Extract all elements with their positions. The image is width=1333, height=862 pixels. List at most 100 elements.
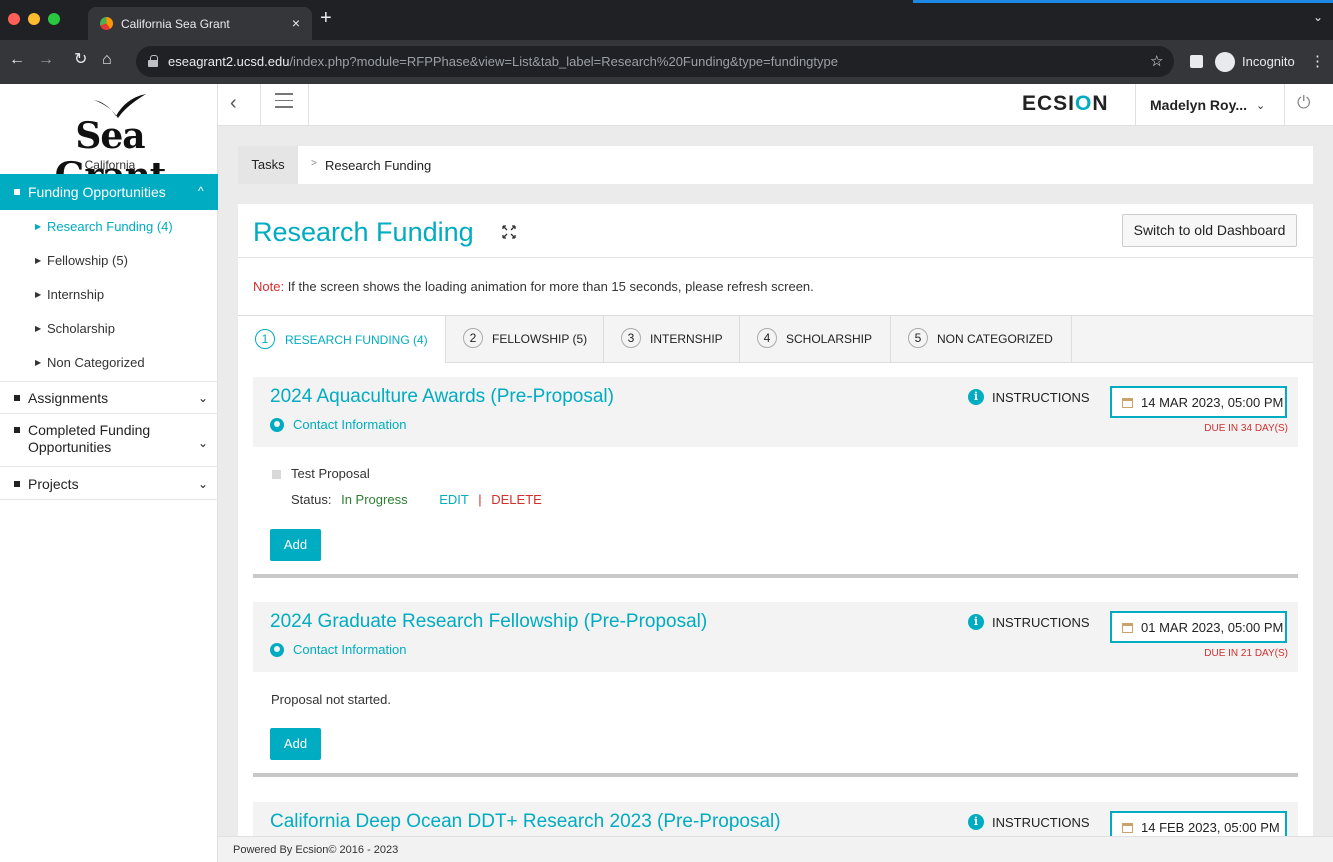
tab-number: 3: [621, 328, 641, 348]
nav-label: Funding Opportunities: [28, 184, 166, 200]
nav-sub-label: Research Funding (4): [47, 219, 173, 234]
proposal-checkbox[interactable]: [272, 470, 281, 479]
deadline-box: 01 MAR 2023, 05:00 PM: [1110, 611, 1287, 643]
caret-right-icon: ▶: [35, 222, 42, 231]
funding-card-header: 2024 Graduate Research Fellowship (Pre-P…: [253, 602, 1298, 672]
info-icon[interactable]: i: [968, 389, 984, 405]
user-circle-icon: [270, 643, 284, 657]
delete-link[interactable]: DELETE: [491, 492, 542, 507]
nav-sub-label: Non Categorized: [47, 355, 145, 370]
deadline-date: 14 FEB 2023, 05:00 PM: [1141, 820, 1280, 835]
new-tab-button[interactable]: +: [320, 8, 332, 28]
close-window-button[interactable]: [8, 13, 20, 25]
address-bar[interactable]: eseagrant2.ucsd.edu/index.php?module=RFP…: [136, 46, 1174, 77]
chevron-down-icon: ⌄: [198, 391, 209, 405]
info-icon[interactable]: i: [968, 614, 984, 630]
funding-title[interactable]: California Deep Ocean DDT+ Research 2023…: [270, 811, 781, 833]
nav-assignments[interactable]: Assignments ⌄: [0, 381, 218, 413]
lock-icon: [148, 55, 158, 67]
divider: [308, 84, 309, 126]
switch-old-dashboard-button[interactable]: Switch to old Dashboard: [1122, 214, 1297, 247]
sidebar: Sea Grant California Funding Opportuniti…: [0, 84, 218, 862]
tab-close-icon[interactable]: ×: [292, 15, 300, 31]
contact-information-link[interactable]: Contact Information: [293, 417, 406, 432]
browser-tabbar: California Sea Grant × + ⌄: [0, 0, 1333, 40]
tab-label: RESEARCH FUNDING (4): [285, 333, 428, 347]
user-name[interactable]: Madelyn Roy...: [1150, 97, 1247, 113]
browser-toolbar: ← → ↻ ⌂ eseagrant2.ucsd.edu/index.php?mo…: [0, 40, 1333, 84]
bullet-icon: [14, 481, 20, 487]
browser-menu-icon[interactable]: ⋮: [1310, 52, 1325, 70]
hamburger-icon[interactable]: [275, 93, 293, 109]
bullet-icon: [14, 189, 20, 195]
nav-sub-label: Internship: [47, 287, 105, 302]
footer: Powered By Ecsion© 2016 - 2023: [218, 836, 1333, 862]
nav-projects[interactable]: Projects ⌄: [0, 466, 218, 500]
nav-funding-opportunities[interactable]: Funding Opportunities ^: [0, 174, 218, 210]
nav-label: Projects: [28, 476, 79, 492]
user-circle-icon: [270, 418, 284, 432]
nav-scholarship[interactable]: ▶ Scholarship: [0, 312, 218, 346]
bullet-icon: [14, 427, 20, 433]
power-icon[interactable]: ⏻: [1297, 93, 1310, 113]
nav-label: Completed Funding Opportunities: [28, 422, 151, 455]
incognito-icon[interactable]: [1215, 52, 1235, 72]
bookmark-star-icon[interactable]: ☆: [1150, 52, 1163, 70]
nav-research-funding[interactable]: ▶ Research Funding (4): [0, 210, 218, 244]
nav-internship[interactable]: ▶ Internship: [0, 278, 218, 312]
chevron-up-icon: ^: [198, 184, 204, 198]
info-icon[interactable]: i: [968, 814, 984, 830]
funding-panel: Research Funding Switch to old Dashboard…: [238, 204, 1313, 844]
reload-icon[interactable]: ↻: [74, 51, 87, 69]
nav-completed-funding[interactable]: Completed Funding Opportunities ⌄: [0, 413, 218, 466]
breadcrumb-tasks[interactable]: Tasks: [238, 146, 298, 184]
funding-title[interactable]: 2024 Aquaculture Awards (Pre-Proposal): [270, 386, 614, 408]
card-separator: [253, 574, 1298, 578]
chevron-down-icon[interactable]: ⌄: [1256, 99, 1265, 112]
minimize-window-button[interactable]: [28, 13, 40, 25]
status-value: In Progress: [341, 492, 408, 507]
tab-internship[interactable]: 3 INTERNSHIP: [604, 315, 740, 363]
loading-note: Note: If the screen shows the loading an…: [253, 279, 814, 294]
instructions-link[interactable]: INSTRUCTIONS: [992, 615, 1090, 630]
tab-scholarship[interactable]: 4 SCHOLARSHIP: [740, 315, 891, 363]
url-text[interactable]: eseagrant2.ucsd.edu/index.php?module=RFP…: [168, 54, 838, 69]
due-countdown: DUE IN 34 DAY(S): [1204, 423, 1288, 434]
instructions-link[interactable]: INSTRUCTIONS: [992, 815, 1090, 830]
nav-non-categorized[interactable]: ▶ Non Categorized: [0, 346, 218, 380]
chevron-down-icon: ⌄: [198, 477, 209, 491]
sea-grant-logo[interactable]: Sea Grant California: [30, 92, 190, 196]
expand-icon[interactable]: [501, 224, 517, 240]
maximize-window-button[interactable]: [48, 13, 60, 25]
tab-research-funding[interactable]: 1 RESEARCH FUNDING (4): [238, 315, 446, 363]
browser-tab[interactable]: California Sea Grant ×: [88, 7, 312, 40]
tab-search-icon[interactable]: ⌄: [1313, 10, 1323, 24]
add-proposal-button[interactable]: Add: [270, 728, 321, 760]
pipe-separator: |: [478, 492, 482, 507]
breadcrumb-separator: >: [311, 158, 317, 169]
instructions-link[interactable]: INSTRUCTIONS: [992, 390, 1090, 405]
home-icon[interactable]: ⌂: [102, 51, 112, 69]
add-proposal-button[interactable]: Add: [270, 529, 321, 561]
incognito-label[interactable]: Incognito: [1242, 54, 1295, 69]
page-title: Research Funding: [253, 217, 474, 247]
edit-link[interactable]: EDIT: [439, 492, 468, 507]
main-content: Tasks > Research Funding Research Fundin…: [218, 126, 1333, 844]
forward-arrow-icon[interactable]: →: [38, 51, 54, 69]
category-tabs: 1 RESEARCH FUNDING (4) 2 FELLOWSHIP (5) …: [238, 315, 1313, 363]
logo-sub: California: [84, 158, 136, 172]
collapse-sidebar-icon[interactable]: ‹: [230, 92, 237, 115]
calendar-icon: [1122, 623, 1133, 633]
side-panel-icon[interactable]: [1190, 55, 1203, 68]
funding-title[interactable]: 2024 Graduate Research Fellowship (Pre-P…: [270, 611, 707, 633]
divider: [260, 84, 261, 126]
calendar-icon: [1122, 823, 1133, 833]
card-separator: [253, 773, 1298, 777]
tab-non-categorized[interactable]: 5 NON CATEGORIZED: [891, 315, 1072, 363]
tab-fellowship[interactable]: 2 FELLOWSHIP (5): [446, 315, 604, 363]
deadline-box: 14 MAR 2023, 05:00 PM: [1110, 386, 1287, 418]
nav-fellowship[interactable]: ▶ Fellowship (5): [0, 244, 218, 278]
contact-information-link[interactable]: Contact Information: [293, 642, 406, 657]
back-arrow-icon[interactable]: ←: [9, 51, 25, 69]
caret-right-icon: ▶: [35, 358, 42, 367]
